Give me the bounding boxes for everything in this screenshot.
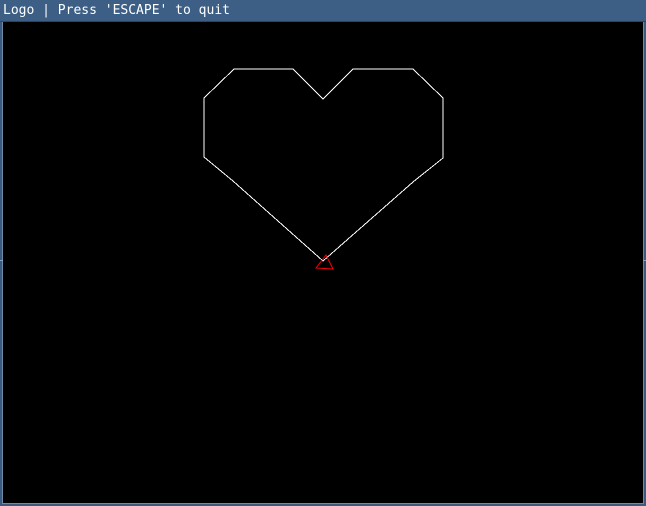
turtle-graphics <box>203 68 444 270</box>
app-window: Logo | Press 'ESCAPE' to quit <box>0 0 646 506</box>
heart-outline <box>203 68 444 262</box>
